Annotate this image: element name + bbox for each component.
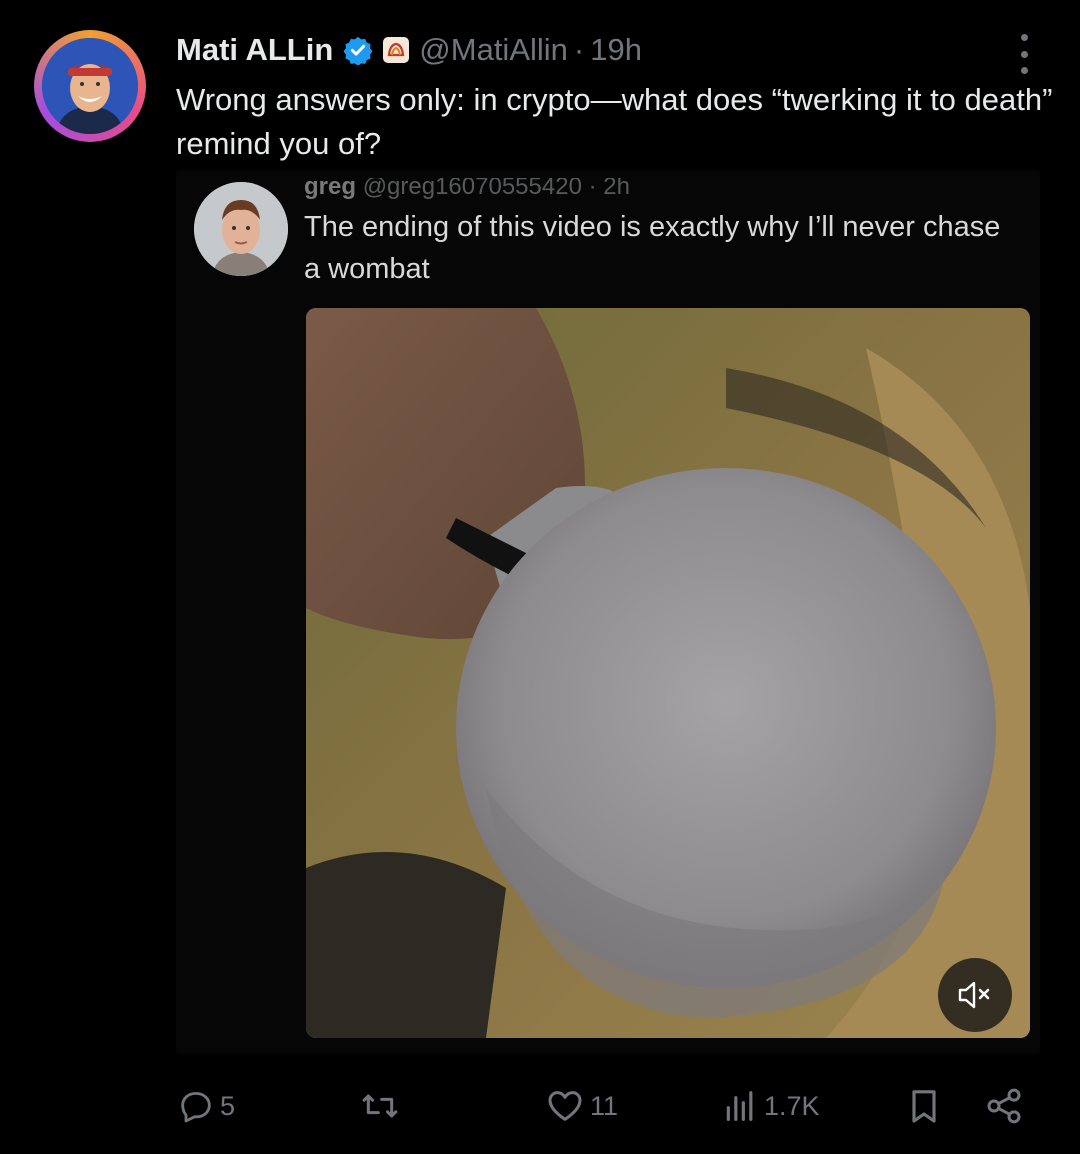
share-icon [987,1088,1021,1124]
quoted-handle: @greg16070555420 · 2h [362,178,630,200]
mute-icon [958,981,990,1009]
action-bar: 5 11 1.7K [0,1082,1080,1130]
tweet[interactable]: Mati ALLin @MatiAllin · 19h Wrong answer… [0,0,1080,1154]
quoted-name: greg [304,178,357,200]
affiliate-badge-icon[interactable] [383,37,410,63]
like-button[interactable]: 11 [544,1082,618,1130]
like-count: 11 [590,1090,619,1121]
separator: · [573,32,585,67]
video-player[interactable]: predators [306,308,1030,1038]
tweet-header: Mati ALLin @MatiAllin · 19h [176,28,642,72]
reply-button[interactable]: 5 [176,1082,235,1130]
tweet-media[interactable]: greg @greg16070555420 · 2h The ending of… [176,170,1040,1054]
author-handle[interactable]: @MatiAllin [419,32,568,68]
views-icon [726,1091,753,1121]
bookmark-button[interactable] [904,1082,944,1130]
video-frame [306,308,1030,1038]
avatar-image [42,38,138,134]
quoted-avatar [194,182,288,276]
share-button[interactable] [984,1082,1024,1130]
repost-button[interactable] [358,1082,406,1130]
author-avatar[interactable] [34,30,146,142]
author-name[interactable]: Mati ALLin [176,32,333,68]
reply-icon [181,1092,211,1123]
quoted-text: The ending of this video is exactly why … [304,211,1001,285]
mute-button[interactable] [938,958,1012,1032]
timestamp[interactable]: 19h [590,32,642,68]
quoted-header: greg @greg16070555420 · 2h [304,178,630,200]
repost-icon [362,1094,398,1118]
bookmark-icon [912,1090,936,1123]
more-icon[interactable] [1010,34,1038,74]
view-count: 1.7K [764,1090,820,1121]
like-icon [548,1091,582,1121]
reply-count: 5 [220,1090,236,1121]
tweet-text: Wrong answers only: in crypto—what does … [176,82,1053,161]
views-button[interactable]: 1.7K [720,1082,820,1130]
verified-icon [343,36,373,65]
